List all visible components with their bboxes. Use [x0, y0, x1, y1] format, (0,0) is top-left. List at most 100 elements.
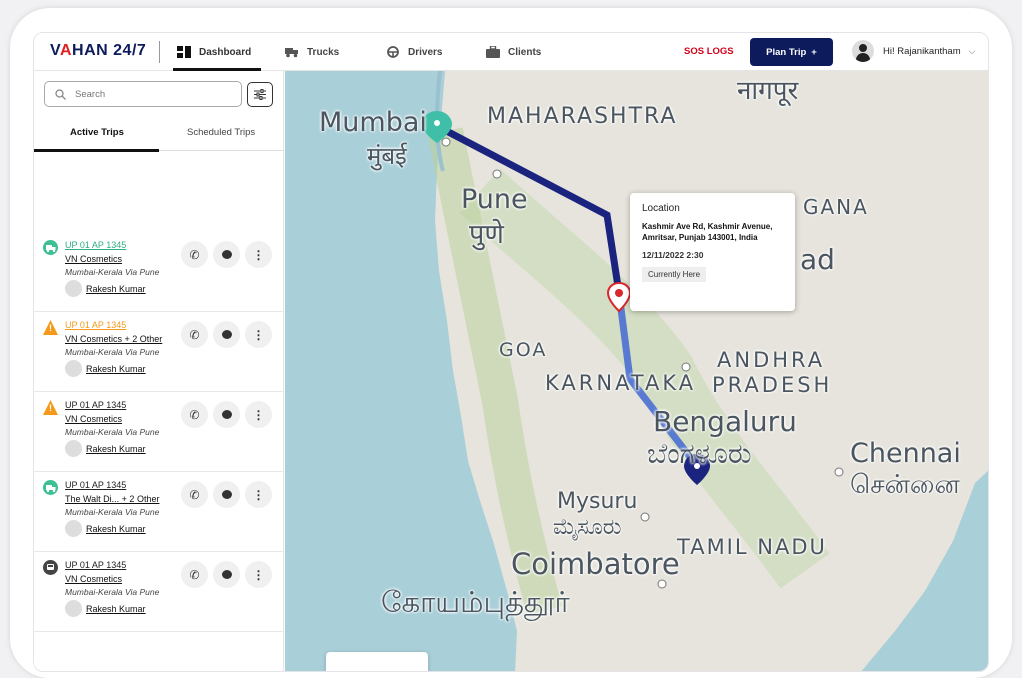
- vehicle-plate-link[interactable]: UP 01 AP 1345: [65, 400, 126, 410]
- more-options-button[interactable]: ⋮: [245, 241, 272, 268]
- map-label-tamilnadu: TAMIL NADU: [677, 535, 827, 559]
- sos-logs-link[interactable]: SOS LOGS: [684, 46, 734, 57]
- call-button[interactable]: ✆: [181, 321, 208, 348]
- plan-trip-button[interactable]: Plan Trip +: [750, 38, 833, 66]
- trip-route: Mumbai-Kerala Via Pune: [65, 587, 160, 597]
- location-popup[interactable]: Location Kashmir Ave Rd, Kashmir Avenue,…: [630, 193, 795, 311]
- filter-sliders-icon: [254, 89, 266, 100]
- nav-dashboard[interactable]: Dashboard: [172, 33, 262, 71]
- chat-icon: [221, 330, 232, 339]
- driver-link[interactable]: Rakesh Kumar: [65, 440, 146, 457]
- client-name-link[interactable]: VN Cosmetics: [65, 254, 122, 264]
- chat-icon: [221, 570, 232, 579]
- vehicle-plate-link[interactable]: UP 01 AP 1345: [65, 480, 126, 490]
- kebab-menu-icon: ⋮: [252, 407, 265, 422]
- city-dot-chennai: [834, 467, 844, 477]
- map-label-goa: GOA: [499, 339, 548, 361]
- nav-drivers[interactable]: Drivers: [386, 33, 442, 71]
- driver-name: Rakesh Kumar: [86, 603, 146, 614]
- map-label-bengaluru: Bengaluru: [653, 405, 797, 438]
- message-button[interactable]: [213, 561, 240, 588]
- steering-wheel-icon: [386, 46, 400, 58]
- plus-icon: +: [811, 46, 817, 58]
- map-label-mysuru-local: ಮೈಸೂರು: [553, 515, 622, 540]
- popup-address: Kashmir Ave Rd, Kashmir Avenue, Amritsar…: [642, 222, 773, 242]
- map-label-coimbatore: Coimbatore: [511, 547, 680, 581]
- trip-actions: ✆⋮: [181, 241, 272, 268]
- tab-active-trips[interactable]: Active Trips: [70, 127, 124, 138]
- map-view[interactable]: Mumbai मुंबई MAHARASHTRA नागपूर Pune पुण…: [285, 71, 988, 671]
- map-label-mysuru: Mysuru: [557, 489, 638, 514]
- message-button[interactable]: [213, 481, 240, 508]
- vehicle-plate-link[interactable]: UP 01 AP 1345: [65, 320, 126, 330]
- map-label-telangana: GANA: [803, 195, 869, 219]
- driver-name: Rakesh Kumar: [86, 523, 146, 534]
- driver-link[interactable]: Rakesh Kumar: [65, 520, 146, 537]
- call-button[interactable]: ✆: [181, 241, 208, 268]
- top-header: VAHAN 24/7 Dashboard Trucks Drivers Clie…: [34, 33, 988, 71]
- message-button[interactable]: [213, 321, 240, 348]
- trip-row[interactable]: UP 01 AP 1345 VN Cosmetics Mumbai-Kerala V…: [34, 552, 284, 632]
- driver-name: Rakesh Kumar: [86, 283, 146, 294]
- client-name-link[interactable]: VN Cosmetics: [65, 574, 122, 584]
- trip-list: UP 01 AP 1345VN Cosmetics + 3 OtherMumba…: [34, 152, 934, 632]
- call-button[interactable]: ✆: [181, 561, 208, 588]
- avatar: [65, 440, 82, 457]
- trip-row[interactable]: ! UP 01 AP 1345 VN Cosmetics Mumbai-Kerala …: [34, 392, 284, 472]
- phone-icon: ✆: [189, 407, 200, 422]
- client-name-link[interactable]: VN Cosmetics + 2 Other: [65, 334, 162, 344]
- search-input[interactable]: [75, 88, 235, 100]
- trip-actions: ✆⋮: [181, 481, 272, 508]
- more-options-button[interactable]: ⋮: [245, 561, 272, 588]
- header-divider: [159, 41, 160, 63]
- tab-scheduled-trips[interactable]: Scheduled Trips: [187, 127, 255, 138]
- more-options-button[interactable]: ⋮: [245, 321, 272, 348]
- more-options-button[interactable]: ⋮: [245, 481, 272, 508]
- briefcase-icon: [486, 45, 500, 58]
- driver-link[interactable]: Rakesh Kumar: [65, 600, 146, 617]
- city-dot-coimbatore: [657, 579, 667, 589]
- app-window: VAHAN 24/7 Dashboard Trucks Drivers Clie…: [33, 32, 989, 672]
- filter-button[interactable]: [247, 82, 273, 107]
- user-greeting: Hi! Rajanikantham: [883, 45, 961, 57]
- message-button[interactable]: [213, 241, 240, 268]
- trip-row[interactable]: UP 01 AP 1345 The Walt Di... + 2 Other Mum…: [34, 472, 284, 552]
- brand-logo[interactable]: VAHAN 24/7: [50, 42, 146, 60]
- vehicle-plate-link[interactable]: UP 01 AP 1345: [65, 240, 126, 250]
- search-icon: [55, 88, 66, 100]
- trip-route: Mumbai-Kerala Via Pune: [65, 507, 160, 517]
- search-box[interactable]: [44, 81, 242, 107]
- call-button[interactable]: ✆: [181, 401, 208, 428]
- truck-icon: [43, 480, 58, 495]
- driver-link[interactable]: Rakesh Kumar: [65, 360, 146, 377]
- avatar: [65, 280, 82, 297]
- message-button[interactable]: [213, 401, 240, 428]
- phone-icon: ✆: [189, 567, 200, 582]
- nav-trucks[interactable]: Trucks: [285, 33, 339, 71]
- phone-icon: ✆: [189, 247, 200, 262]
- avatar: [65, 520, 82, 537]
- vehicle-plate-link[interactable]: UP 01 AP 1345: [65, 560, 126, 570]
- trip-route: Mumbai-Kerala Via Pune: [65, 347, 160, 357]
- trip-row[interactable]: UP 01 AP 1345 VN Cosmetics Mumbai-Kerala V…: [34, 232, 284, 312]
- nav-clients[interactable]: Clients: [486, 33, 541, 71]
- map-label-hyderabad: ad: [800, 243, 835, 276]
- chat-icon: [221, 250, 232, 259]
- city-dot-pune: [492, 169, 502, 179]
- more-options-button[interactable]: ⋮: [245, 401, 272, 428]
- chat-icon: [221, 490, 232, 499]
- truck-icon: [43, 240, 58, 255]
- client-name-link[interactable]: VN Cosmetics: [65, 414, 122, 424]
- client-name-link[interactable]: The Walt Di... + 2 Other: [65, 494, 159, 504]
- driver-link[interactable]: Rakesh Kumar: [65, 280, 146, 297]
- city-dot-mysuru: [640, 512, 650, 522]
- map-label-chennai-local: சென்னை: [850, 470, 960, 500]
- map-label-pune-local: पुणे: [469, 219, 504, 250]
- user-menu[interactable]: Hi! Rajanikantham ⌵: [852, 40, 975, 62]
- trip-route: Mumbai-Kerala Via Pune: [65, 427, 160, 437]
- trip-actions: ✆⋮: [181, 561, 272, 588]
- map-label-bengaluru-local: ಬೆಂಗಳೂರು: [647, 437, 752, 470]
- trip-row[interactable]: ! UP 01 AP 1345 VN Cosmetics + 2 Other Mumb…: [34, 312, 284, 392]
- call-button[interactable]: ✆: [181, 481, 208, 508]
- bus-icon: [43, 560, 58, 575]
